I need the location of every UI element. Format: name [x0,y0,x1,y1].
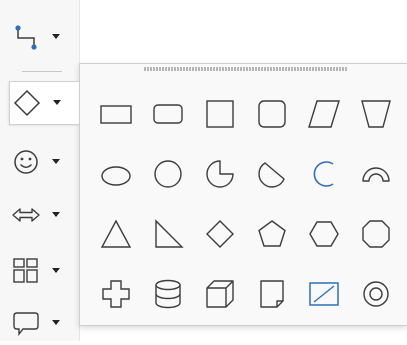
circle-icon [154,160,182,188]
cross-icon [102,280,130,308]
pentagon-icon [258,220,286,247]
isosceles-triangle-icon [100,219,132,248]
isosceles-triangle-shape[interactable] [90,204,142,264]
chevron-down-icon[interactable] [49,208,63,222]
circle-segment-icon [258,162,285,188]
block-arrows-tool[interactable] [9,193,79,237]
rounded-rectangle-icon [153,104,183,124]
shapes-grid [90,84,402,324]
cube-icon [206,280,234,308]
hexagon-icon [309,221,339,247]
trapezoid-icon [361,100,391,128]
diamond-shape[interactable] [194,204,246,264]
ellipse-shape[interactable] [90,144,142,204]
chevron-down-icon[interactable] [50,96,64,110]
toolbar-separator [22,71,62,72]
drawing-toolbar [0,0,80,341]
chevron-down-icon[interactable] [49,30,63,44]
chevron-down-icon[interactable] [49,316,63,330]
cube-shape[interactable] [194,264,246,324]
rounded-rectangle-shape[interactable] [142,84,194,144]
frame-shape[interactable] [298,264,350,324]
pentagon-shape[interactable] [246,204,298,264]
connector-tool[interactable] [9,15,79,59]
arc-icon [313,161,334,187]
flowchart-icon [9,254,43,288]
trapezoid-shape[interactable] [350,84,402,144]
chevron-down-icon[interactable] [49,264,63,278]
square-shape[interactable] [194,84,246,144]
drag-handle[interactable] [144,67,348,71]
ring-icon [363,281,389,307]
octagon-icon [362,220,390,248]
frame-icon [309,282,339,306]
cylinder-shape[interactable] [142,264,194,324]
rounded-square-shape[interactable] [246,84,298,144]
folded-corner-shape[interactable] [246,264,298,324]
square-icon [206,100,234,128]
double-arrow-icon [9,198,43,232]
flowchart-tool[interactable] [9,249,79,293]
parallelogram-shape[interactable] [298,84,350,144]
callouts-tool[interactable] [9,301,79,345]
diamond-icon [10,86,44,120]
diamond-icon [206,220,234,248]
parallelogram-icon [308,100,340,128]
folded-corner-icon [260,280,284,308]
callout-icon [9,306,43,340]
circle-pie-shape[interactable] [194,144,246,204]
ellipse-icon [101,166,131,186]
connector-icon [9,20,43,54]
right-triangle-shape[interactable] [142,204,194,264]
circle-segment-shape[interactable] [246,144,298,204]
octagon-shape[interactable] [350,204,402,264]
symbol-shapes-tool[interactable] [9,140,79,184]
basic-shapes-tool[interactable] [9,81,79,125]
circle-pie-icon [206,160,234,188]
rectangle-icon [100,105,132,124]
basic-shapes-panel [79,63,407,326]
arc-shape[interactable] [298,144,350,204]
rounded-square-icon [258,100,286,128]
hexagon-shape[interactable] [298,204,350,264]
chevron-down-icon[interactable] [49,155,63,169]
block-arc-shape[interactable] [350,144,402,204]
right-triangle-icon [155,219,184,248]
cylinder-icon [155,279,181,309]
circle-shape[interactable] [142,144,194,204]
rectangle-shape[interactable] [90,84,142,144]
ring-shape[interactable] [350,264,402,324]
smiley-icon [9,145,43,179]
block-arc-icon [362,167,390,182]
cross-shape[interactable] [90,264,142,324]
